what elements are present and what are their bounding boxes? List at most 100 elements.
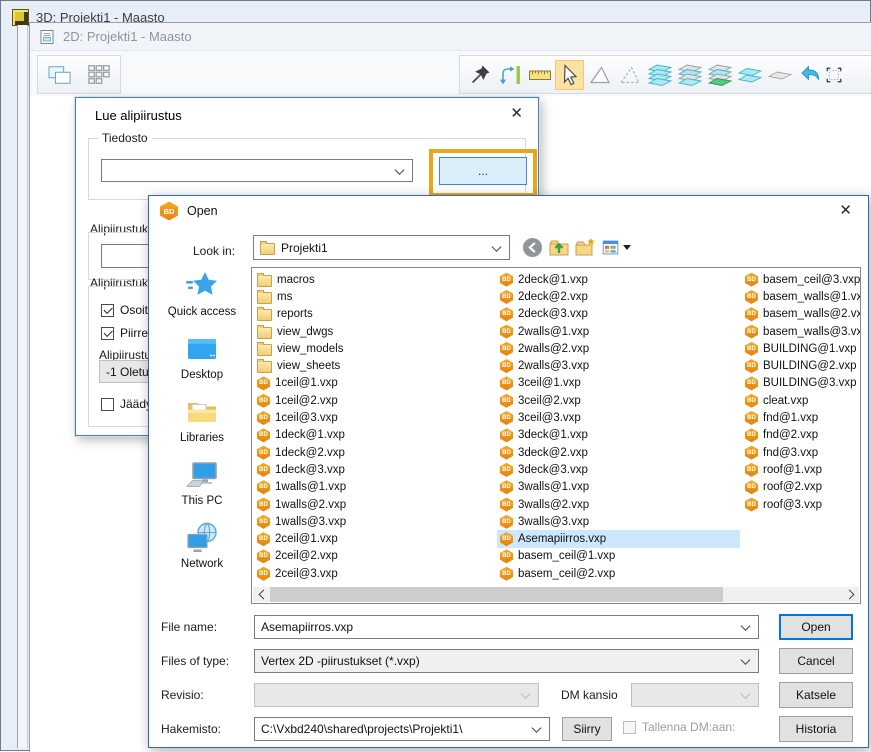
file-item[interactable]: BD3walls@1.vxp [497,479,740,496]
layers-stack-mixed-icon[interactable] [675,60,704,90]
file-item[interactable]: macros [254,271,496,288]
osoita-checkbox[interactable] [101,304,114,317]
file-list[interactable]: macrosmsreports view_dwgs view_modelsview_… [251,267,861,604]
files-of-type-combo[interactable]: Vertex 2D -piirustukset (*.vxp) [254,649,759,673]
file-item[interactable]: BD1ceil@3.vxp [254,409,496,426]
file-item[interactable]: BDcleat.vxp [742,392,861,409]
ruler-icon[interactable] [525,60,554,90]
pin-icon[interactable] [465,60,494,90]
layers-pair-icon[interactable] [735,60,764,90]
file-item[interactable]: BD2walls@1.vxp [497,323,740,340]
file-item[interactable]: BDroof@3.vxp [742,496,861,513]
file-item[interactable]: BDBUILDING@2.vxp [742,357,861,374]
file-item[interactable]: BDbasem_walls@2.vxp [742,306,861,323]
scrollbar-thumb[interactable] [270,587,723,602]
file-item[interactable]: BD3deck@1.vxp [497,427,740,444]
file-item[interactable]: BDroof@2.vxp [742,479,861,496]
measure-icon[interactable] [495,60,524,90]
select-cursor-icon[interactable] [555,60,584,90]
file-item[interactable]: BDroof@1.vxp [742,461,861,478]
grid-icon[interactable] [84,60,113,90]
file-item[interactable]: BD3walls@3.vxp [497,513,740,530]
undo-icon[interactable] [795,60,824,90]
scroll-right-icon[interactable] [842,587,859,602]
file-item[interactable]: BD2ceil@1.vxp [254,530,496,547]
file-item[interactable]: BDBUILDING@3.vxp [742,375,861,392]
file-item[interactable]: BD3deck@3.vxp [497,461,740,478]
file-item[interactable]: BD2deck@3.vxp [497,306,740,323]
file-item[interactable]: view_sheets [254,357,496,374]
drawing-window-titlebar[interactable]: 2D: Projekti1 - Maasto [30,23,871,51]
file-item[interactable]: BD2deck@1.vxp [497,271,740,288]
scroll-left-icon[interactable] [253,587,270,602]
file-item[interactable]: BD2walls@3.vxp [497,357,740,374]
file-name: 1ceil@3.vxp [275,412,338,424]
file-item[interactable]: BDbasem_walls@1.vxp [742,288,861,305]
up-folder-icon[interactable] [548,236,570,258]
historia-button[interactable]: Historia [779,716,853,742]
file-item[interactable]: BD1ceil@2.vxp [254,392,496,409]
cancel-button[interactable]: Cancel [779,648,853,674]
back-nav-icon[interactable] [521,236,543,258]
new-folder-icon[interactable] [574,236,596,258]
file-item[interactable]: BD1walls@1.vxp [254,479,496,496]
siirry-button[interactable]: Siirry [562,717,612,741]
piirreta-checkbox[interactable] [101,327,114,340]
file-item[interactable]: reports [254,306,496,323]
hakemisto-combo[interactable]: C:\Vxbd240\shared\projects\Projekti1\ [254,717,550,741]
triangle-dashed-icon[interactable] [615,60,644,90]
file-item[interactable]: ms [254,288,496,305]
file-item[interactable]: BD1walls@2.vxp [254,496,496,513]
file-name-combo[interactable]: Asemapiirros.vxp [254,615,759,639]
file-item[interactable]: BD3walls@2.vxp [497,496,740,513]
close-icon[interactable]: ✕ [510,106,523,121]
open-dialog-titlebar[interactable]: BD Open [149,196,868,226]
open-button[interactable]: Open [779,614,853,640]
selection-box-icon[interactable] [825,60,843,90]
file-item[interactable]: BD1walls@3.vxp [254,513,496,530]
plane-icon[interactable] [765,60,794,90]
jaadyta-checkbox[interactable] [101,398,114,411]
file-item[interactable]: BDbasem_walls@3.vxp [742,323,861,340]
look-in-combo[interactable]: Projekti1 [253,235,510,260]
tallenna-dm-checkbox[interactable] [623,721,636,734]
sidebar-item-desktop[interactable]: Desktop [181,331,223,381]
sidebar-item-this-pc[interactable]: This PC [182,457,223,507]
file-item[interactable]: view_dwgs [254,323,496,340]
tiedosto-combo[interactable] [101,159,413,182]
file-item[interactable]: BD2ceil@3.vxp [254,565,496,582]
file-item[interactable]: BDbasem_ceil@1.vxp [497,548,740,565]
sidebar-item-quick-access[interactable]: Quick access [168,268,236,318]
file-item[interactable]: BDfnd@2.vxp [742,427,861,444]
file-item[interactable]: BDBUILDING@1.vxp [742,340,861,357]
file-item[interactable]: BDbasem_ceil@3.vxp [742,271,861,288]
file-item[interactable]: BDfnd@1.vxp [742,409,861,426]
sidebar-item-libraries[interactable]: Libraries [180,394,224,444]
file-item[interactable]: BD3ceil@1.vxp [497,375,740,392]
views-menu-icon[interactable] [601,236,631,258]
close-icon[interactable]: ✕ [839,203,852,218]
katsele-button[interactable]: Katsele [779,682,853,708]
sidebar-item-network[interactable]: Network [181,520,223,570]
file-item[interactable]: BD3ceil@3.vxp [497,409,740,426]
file-item[interactable]: view_models [254,340,496,357]
file-item[interactable]: BDbasem_ceil@2.vxp [497,565,740,582]
file-item[interactable]: BDAsemapiirros.vxp [497,530,740,547]
file-item[interactable]: BD2walls@2.vxp [497,340,740,357]
file-name: view_dwgs [277,326,333,338]
file-item[interactable]: BD2ceil@2.vxp [254,548,496,565]
file-item[interactable]: BD3ceil@2.vxp [497,392,740,409]
horizontal-scrollbar[interactable] [253,587,859,602]
file-item[interactable]: BD1deck@3.vxp [254,461,496,478]
layers-stack-icon[interactable] [645,60,674,90]
file-item[interactable]: BD3deck@2.vxp [497,444,740,461]
file-item[interactable]: BD1deck@2.vxp [254,444,496,461]
cascade-windows-icon[interactable] [45,60,74,90]
osoita-checkbox-row[interactable]: Osoita [101,303,155,317]
triangle-icon[interactable] [585,60,614,90]
layers-stack-green-icon[interactable] [705,60,734,90]
file-item[interactable]: BD1deck@1.vxp [254,427,496,444]
file-item[interactable]: BD2deck@2.vxp [497,288,740,305]
file-item[interactable]: BD1ceil@1.vxp [254,375,496,392]
file-item[interactable]: BDfnd@3.vxp [742,444,861,461]
